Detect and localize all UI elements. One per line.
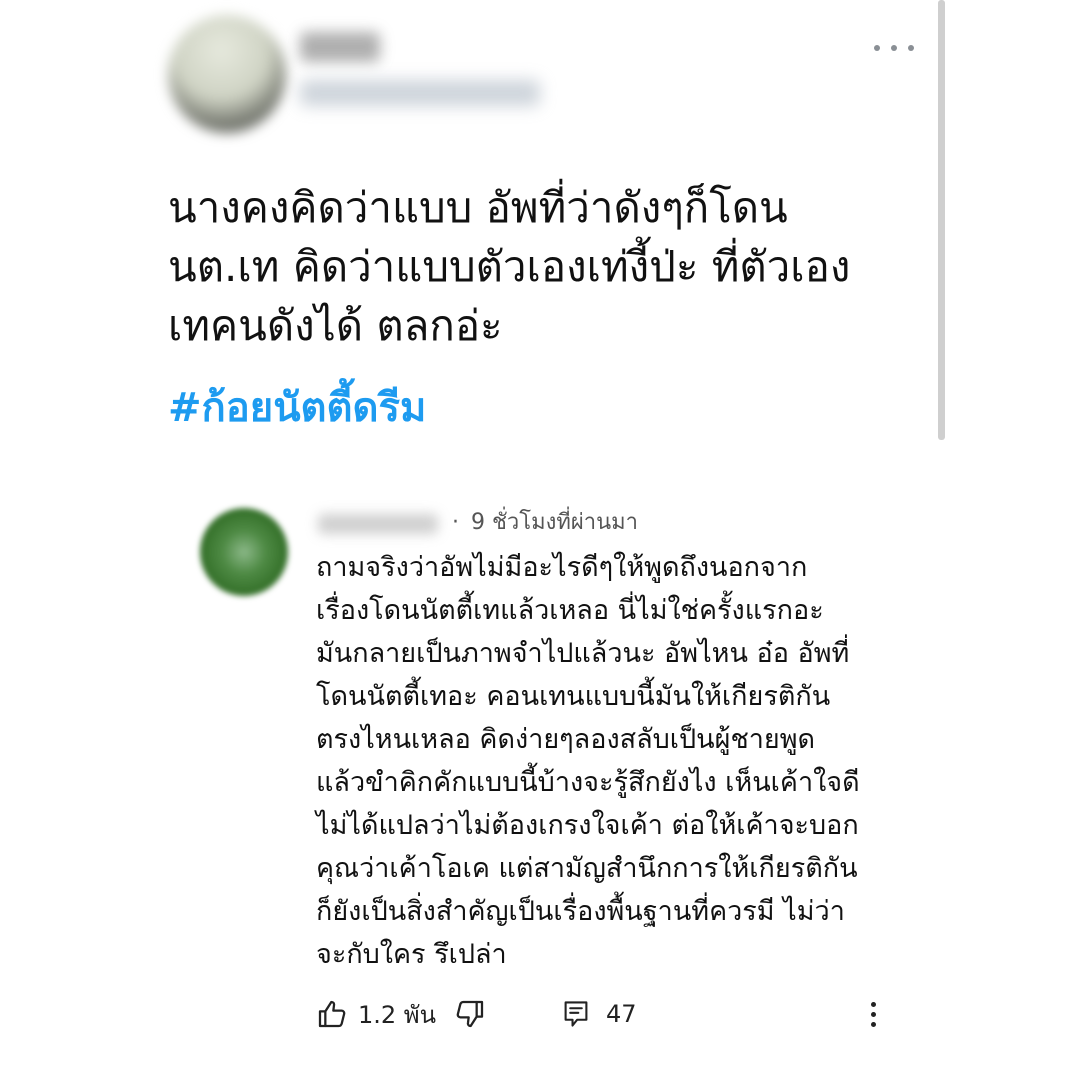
comment-card: · 9 ชั่วโมงที่ผ่านมา ถามจริงว่าอัพไม่มีอะ… — [0, 490, 1080, 1080]
like-button[interactable]: 1.2 พัน — [316, 995, 436, 1034]
meta-separator: · — [452, 510, 459, 535]
thumbs-up-icon — [318, 1000, 346, 1028]
reply-button[interactable]: 47 — [562, 999, 637, 1029]
like-count: 1.2 พัน — [358, 1000, 437, 1029]
tweet-avatar-blurred[interactable] — [168, 15, 286, 133]
tweet-username-blurred — [300, 32, 380, 62]
comment-actions: 1.2 พัน 47 — [316, 994, 896, 1034]
dislike-button[interactable] — [454, 998, 486, 1030]
page: นางคงคิดว่าแบบ อัพที่ว่าดังๆก็โดน นต.เท … — [0, 0, 1080, 1080]
tweet-card: นางคงคิดว่าแบบ อัพที่ว่าดังๆก็โดน นต.เท … — [0, 0, 940, 470]
tweet-text: นางคงคิดว่าแบบ อัพที่ว่าดังๆก็โดน นต.เท … — [168, 183, 851, 350]
reply-count: 47 — [606, 1000, 637, 1028]
comment-username-blurred — [318, 514, 438, 534]
scrollbar[interactable] — [938, 0, 945, 440]
comment-meta: · 9 ชั่วโมงที่ผ่านมา — [452, 508, 638, 538]
comment-icon — [564, 1001, 588, 1027]
comment-avatar-blurred[interactable] — [200, 508, 288, 596]
tweet-hashtag-link[interactable]: #ก้อยนัตตี้ดรีม — [168, 380, 426, 436]
more-vertical-icon[interactable] — [866, 994, 880, 1034]
thumbs-down-icon — [456, 1000, 484, 1028]
more-horizontal-icon[interactable] — [874, 36, 914, 60]
tweet-handle-blurred — [300, 80, 540, 106]
comment-timestamp: 9 ชั่วโมงที่ผ่านมา — [471, 510, 638, 535]
comment-text: ถามจริงว่าอัพไม่มีอะไรดีๆให้พูดถึงนอกจาก… — [316, 552, 860, 970]
